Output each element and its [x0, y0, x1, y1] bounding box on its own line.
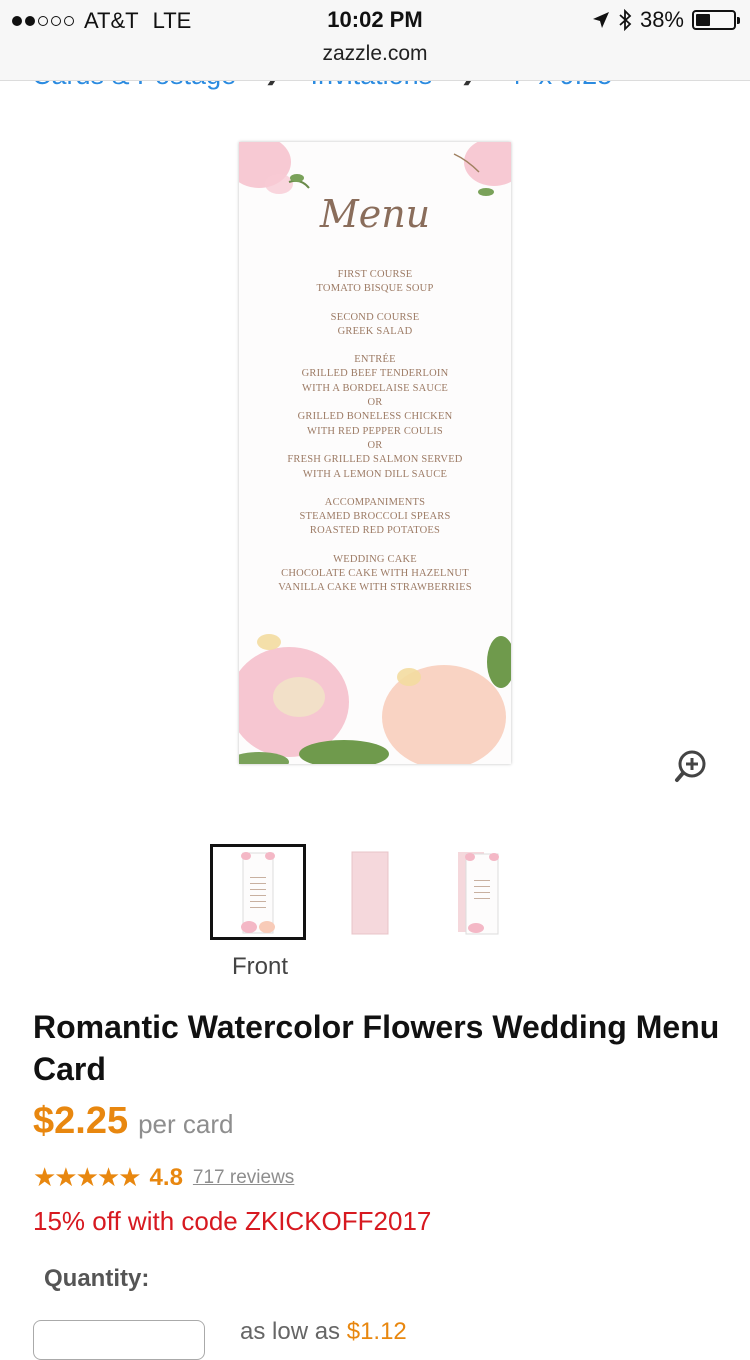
as-low-as-text: as low as [240, 1318, 341, 1345]
menu-spacer [239, 482, 511, 496]
menu-line: OR [367, 439, 383, 451]
card-front-thumbnail [241, 852, 275, 934]
price-unit: per card [138, 1109, 234, 1139]
menu-line: GRILLED BEEF TENDERLOIN [301, 368, 449, 380]
menu-line: WITH RED PEPPER COULIS [307, 425, 443, 437]
menu-line: FIRST COURSE [337, 269, 413, 280]
battery-percent: 38% [639, 7, 684, 32]
thumbnail-front[interactable] [210, 844, 306, 940]
bluetooth-icon [619, 9, 632, 31]
location-arrow-icon [592, 12, 609, 28]
menu-line: CHOCOLATE CAKE WITH HAZELNUT [281, 568, 469, 580]
reviews-link[interactable]: 717 reviews [193, 1167, 294, 1189]
menu-line: OR [367, 397, 383, 409]
price-row: $2.25 per card [33, 1100, 233, 1143]
thumbnail-strip [210, 844, 520, 944]
card-perspective-thumbnail [458, 852, 499, 935]
menu-line: SECOND COURSE [330, 311, 420, 323]
menu-line: ACCOMPANIMENTS [324, 496, 426, 508]
zoom-in-icon[interactable] [674, 748, 710, 784]
product-title: Romantic Watercolor Flowers Wedding Menu… [33, 1009, 720, 1087]
menu-line: WEDDING CAKE [333, 553, 417, 565]
menu-spacer [239, 539, 511, 553]
battery-icon [692, 10, 740, 30]
status-icons: 38% [592, 7, 740, 33]
menu-line: VANILLA CAKE WITH STRAWBERRIES [278, 582, 472, 594]
rating-row: ★★★★★ 4.8 717 reviews [33, 1162, 294, 1193]
status-bar: AT&T LTE 10:02 PM zazzle.com 38% [0, 0, 750, 81]
quantity-select[interactable] [33, 1320, 205, 1360]
thumbnail-back[interactable] [320, 844, 416, 940]
menu-line: STEAMED BROCCOLI SPEARS [299, 511, 451, 523]
menu-line: FRESH GRILLED SALMON SERVED [287, 454, 463, 466]
menu-line: GREEK SALAD [337, 325, 413, 337]
card-back-thumbnail [351, 851, 389, 935]
thumbnail-perspective[interactable] [424, 844, 520, 940]
menu-heading: Menu [319, 192, 431, 236]
star-icon: ★★★★★ [33, 1162, 142, 1192]
as-low-as-price: as low as $1.12 [240, 1318, 407, 1346]
promo-code-text: 15% off with code ZKICKOFF2017 [33, 1206, 432, 1236]
menu-text: FIRST COURSE TOMATO BISQUE SOUP SECOND COU… [239, 268, 511, 596]
menu-line: WITH A LEMON DILL SAUCE [302, 468, 448, 480]
address-bar-url[interactable]: zazzle.com [0, 42, 750, 66]
menu-line: TOMATO BISQUE SOUP [316, 283, 434, 295]
menu-line: ENTRÉE [354, 354, 396, 366]
rating-value: 4.8 [149, 1163, 183, 1191]
thumbnail-label: Front [231, 953, 288, 980]
product-price: $2.25 [33, 1100, 129, 1142]
product-image[interactable]: Menu FIRST COURSE TOMATO BISQUE SOUP SECON… [239, 142, 511, 764]
menu-line: GRILLED BONELESS CHICKEN [297, 411, 453, 423]
menu-line: ROASTED RED POTATOES [309, 525, 441, 537]
menu-spacer [239, 339, 511, 353]
menu-spacer [239, 297, 511, 311]
menu-line: WITH A BORDELAISE SAUCE [301, 382, 449, 394]
as-low-as-value[interactable]: $1.12 [347, 1318, 407, 1345]
quantity-label: Quantity: [44, 1265, 150, 1292]
